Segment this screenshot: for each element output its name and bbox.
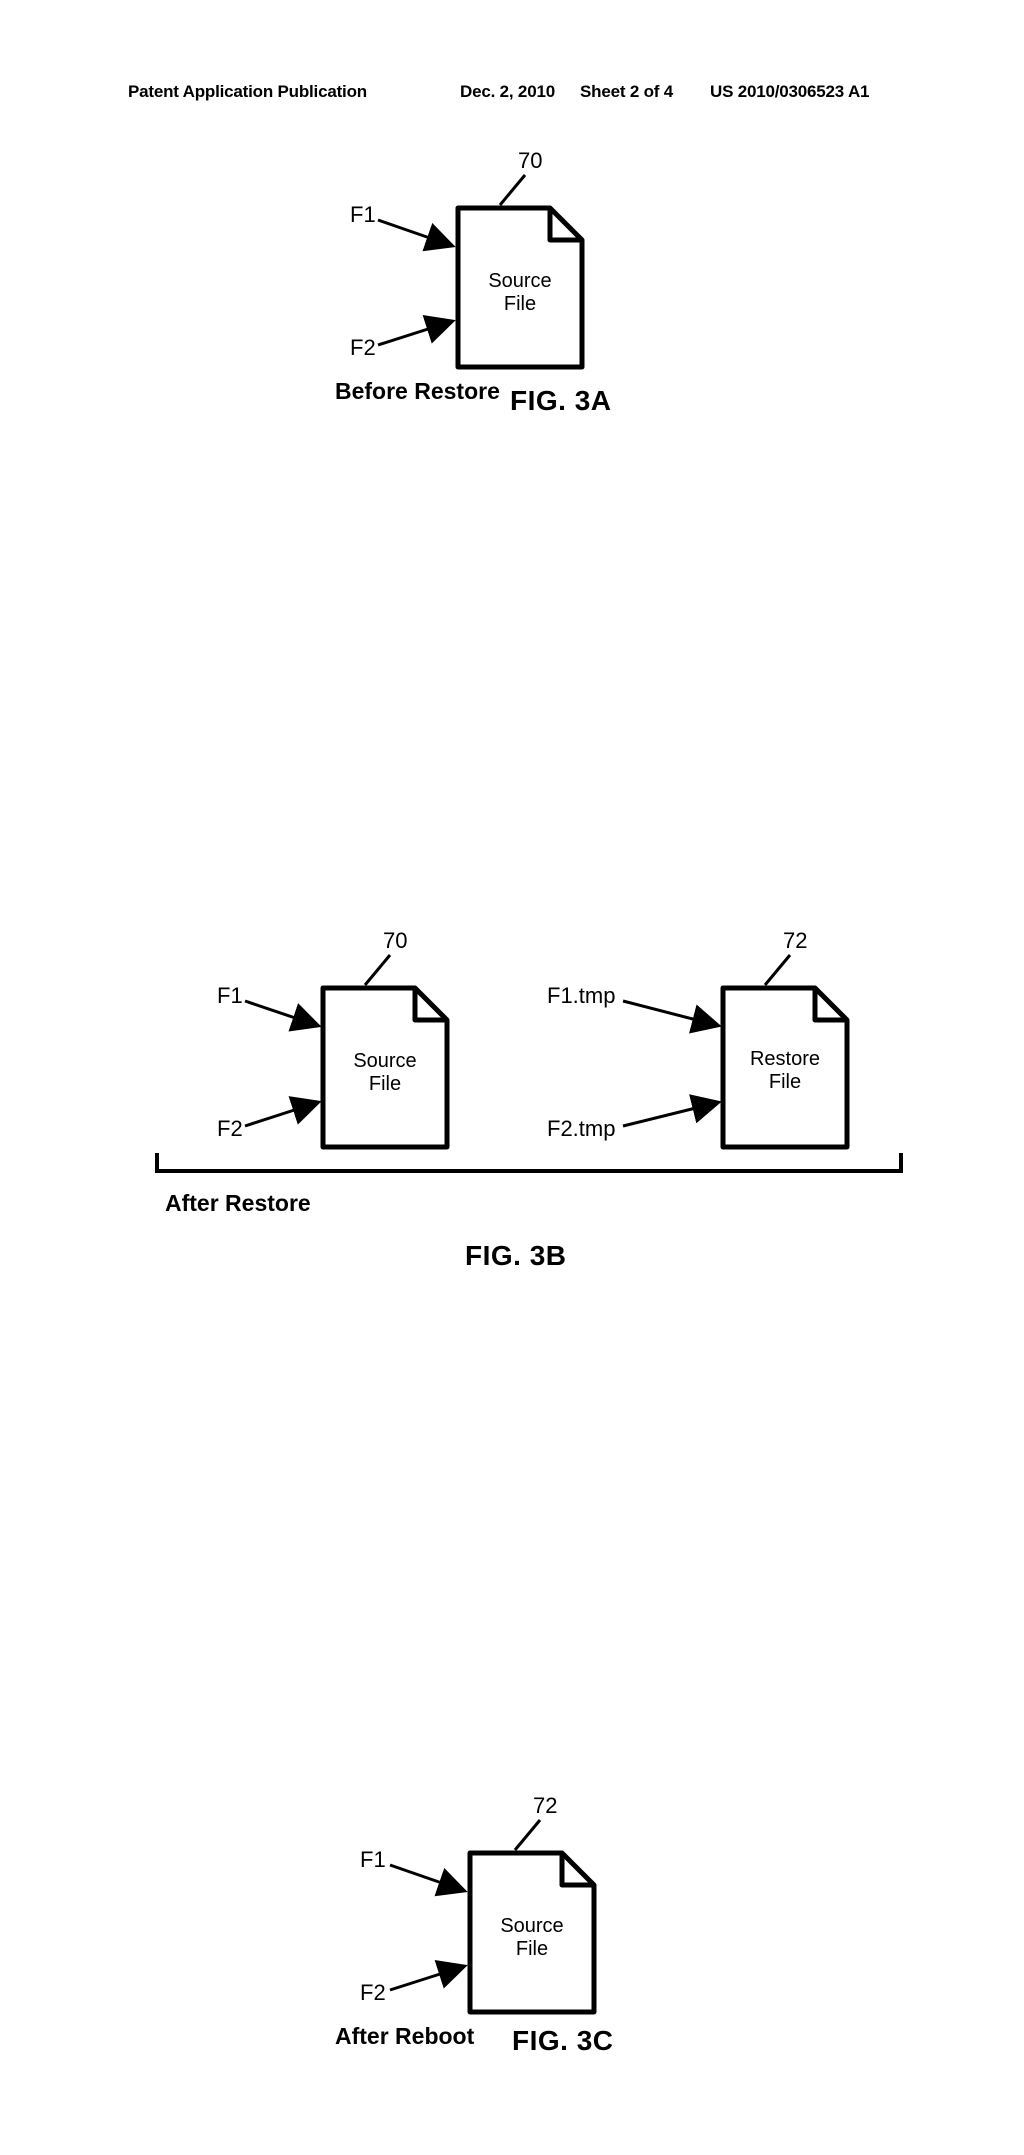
refnum-70-3b: 70 xyxy=(383,928,407,954)
ref-f2-3c: F2 xyxy=(360,1980,386,2006)
file-text-restore-3b: RestoreFile xyxy=(720,1048,850,1094)
ref-f1-3c: F1 xyxy=(360,1847,386,1873)
file-icon-source-3a: SourceFile xyxy=(455,205,585,370)
file-icon-source-3c: SourceFile xyxy=(467,1850,597,2015)
figure-3b: 70 SourceFile F1 F2 72 RestoreFile F1.tm… xyxy=(0,875,1024,1305)
refnum-72-3b: 72 xyxy=(783,928,807,954)
bracket-3b xyxy=(155,1153,903,1173)
file-icon-restore-3b: RestoreFile xyxy=(720,985,850,1150)
ref-f2tmp-3b: F2.tmp xyxy=(547,1116,615,1142)
ref-f2-3a: F2 xyxy=(350,335,376,361)
refnum-72-3c: 72 xyxy=(533,1793,557,1819)
refnum-70-3a: 70 xyxy=(518,148,542,174)
file-text-source-3c: SourceFile xyxy=(467,1915,597,1961)
ref-f2-3b-left: F2 xyxy=(217,1116,243,1142)
caption-before-restore: Before Restore xyxy=(335,378,500,405)
ref-f1-3b-left: F1 xyxy=(217,983,243,1009)
file-icon-source-3b: SourceFile xyxy=(320,985,450,1150)
caption-after-restore: After Restore xyxy=(165,1190,311,1217)
figure-3c: 72 SourceFile F1 F2 After Reboot FIG. 3C xyxy=(0,1735,1024,2155)
ref-f1tmp-3b: F1.tmp xyxy=(547,983,615,1009)
fig-label-3b: FIG. 3B xyxy=(465,1240,567,1272)
figure-3a: 70 SourceFile F1 F2 Before xyxy=(0,0,1024,430)
ref-f1-3a: F1 xyxy=(350,202,376,228)
caption-after-reboot: After Reboot xyxy=(335,2023,474,2050)
file-text-source-3a: SourceFile xyxy=(455,270,585,316)
fig-label-3c: FIG. 3C xyxy=(512,2025,614,2057)
fig-label-3a: FIG. 3A xyxy=(510,385,612,417)
file-text-source-3b: SourceFile xyxy=(320,1050,450,1096)
